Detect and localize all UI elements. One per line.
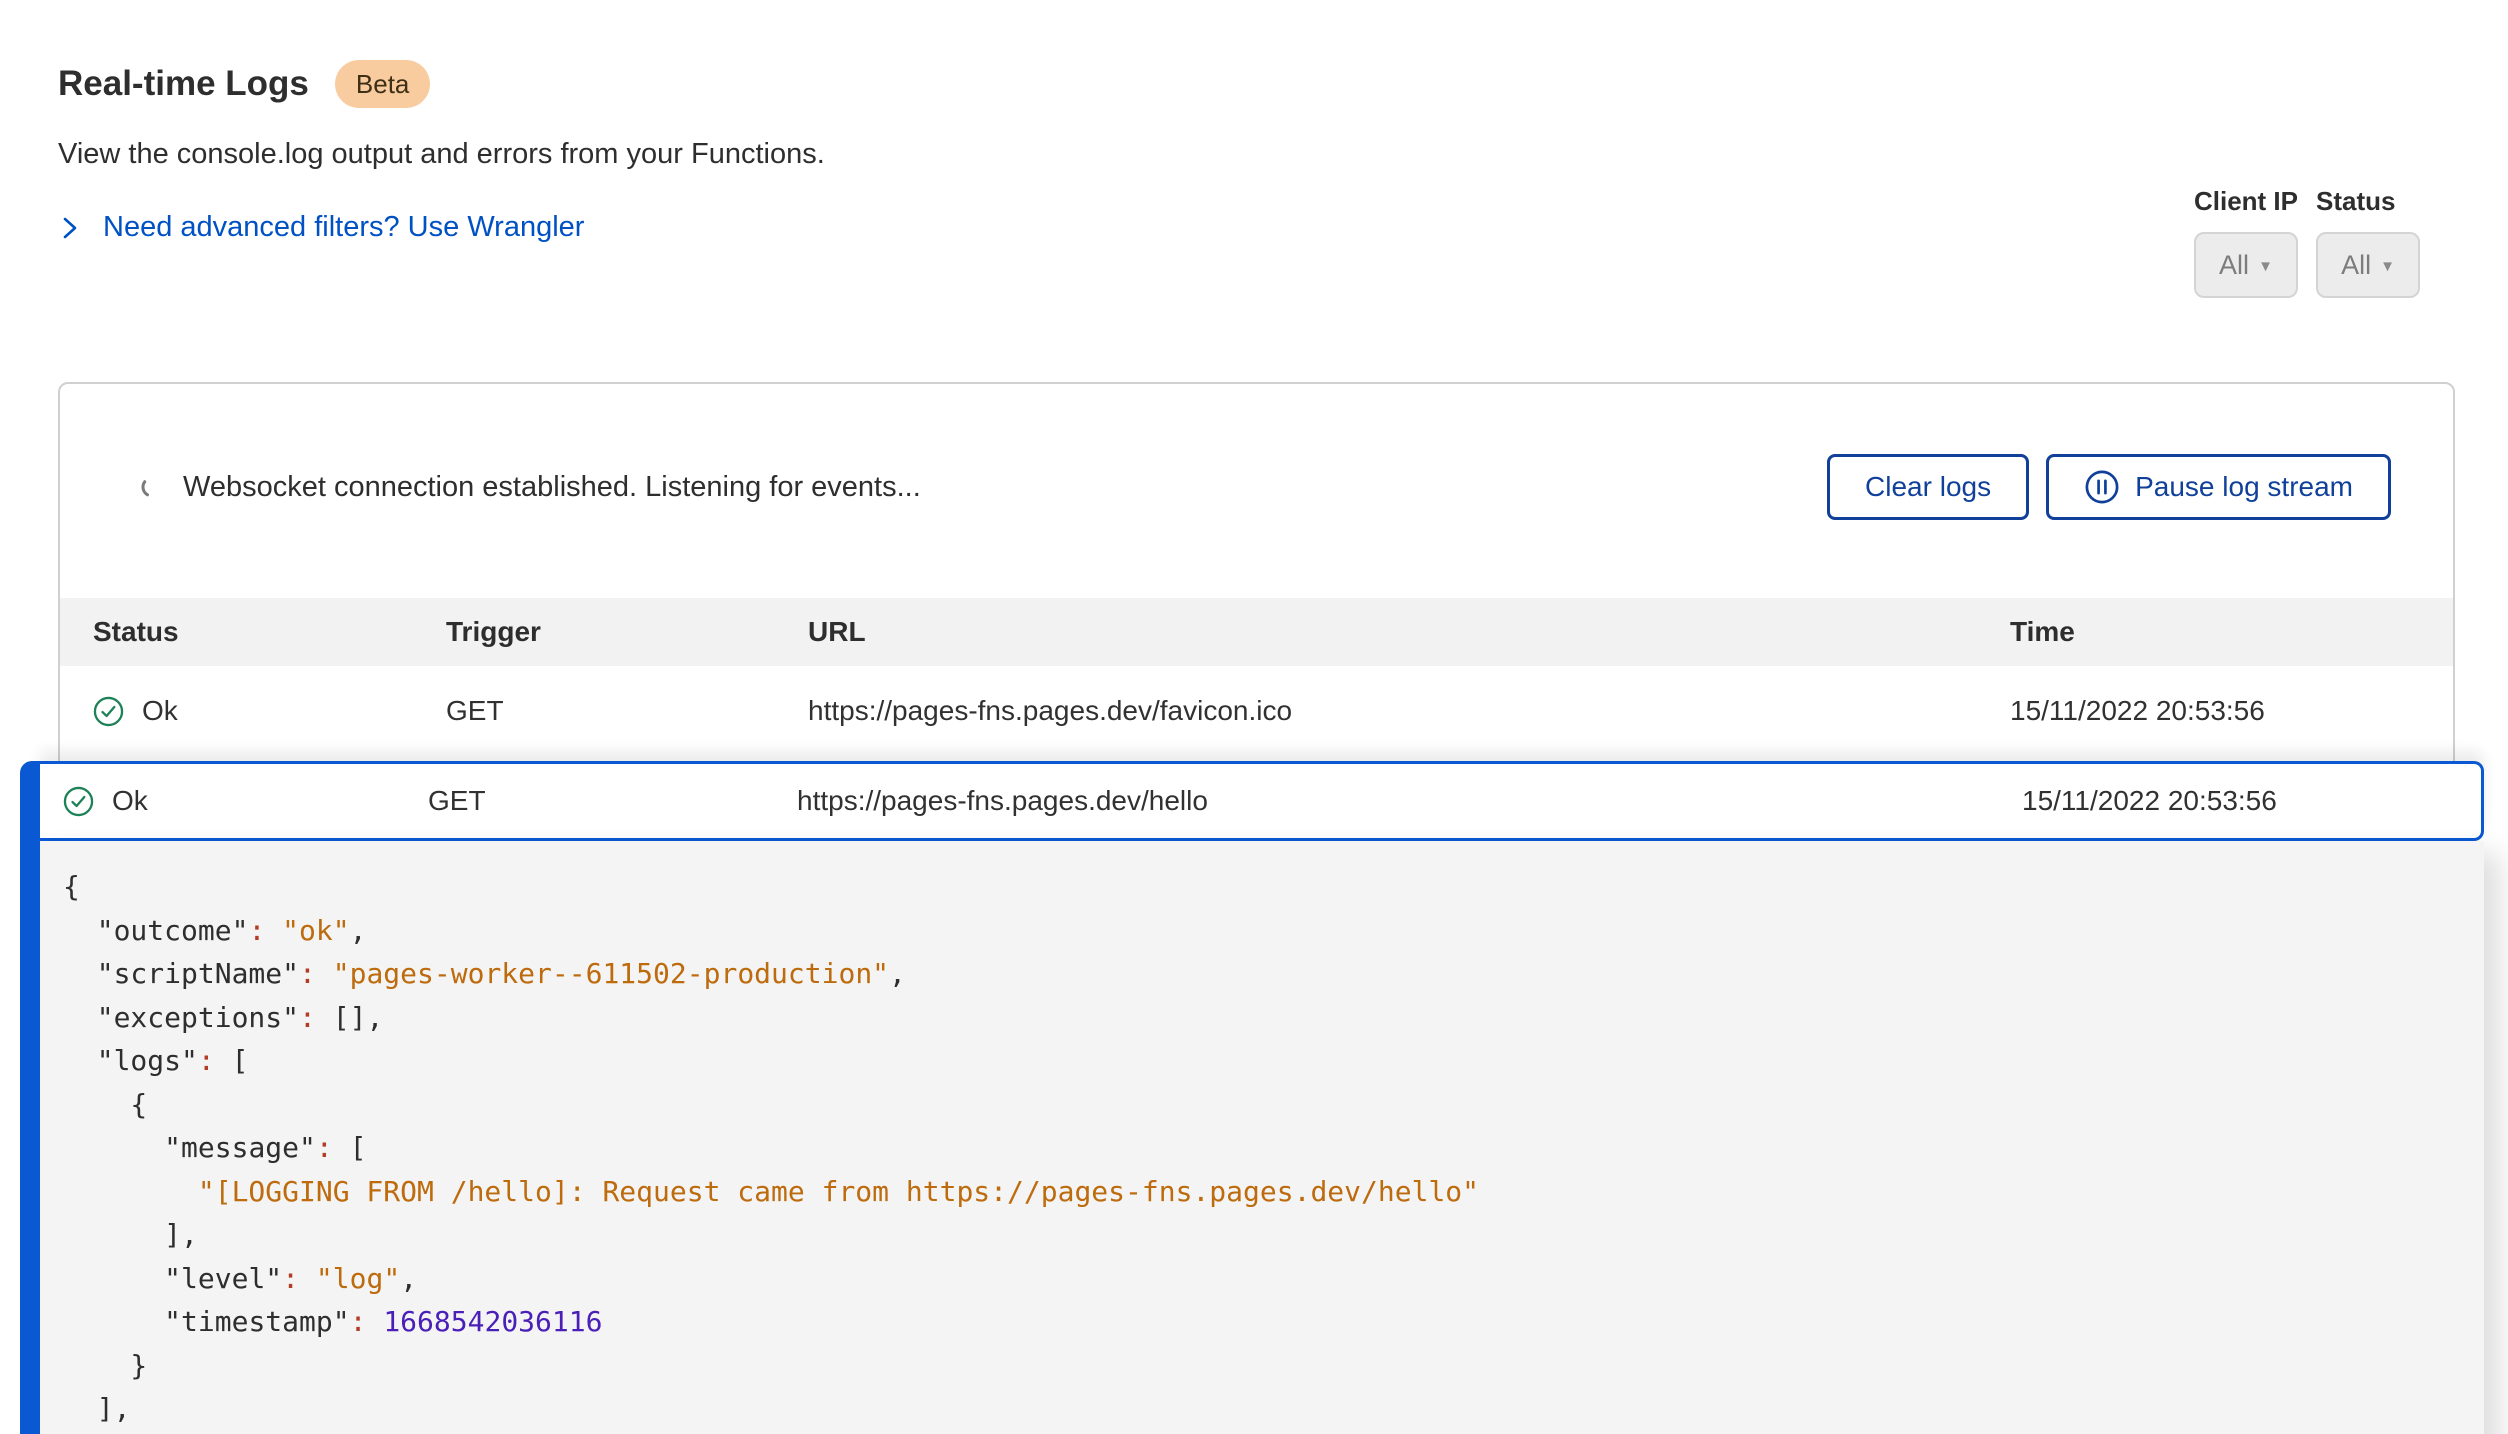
row-url: https://pages-fns.pages.dev/hello: [797, 785, 2022, 817]
status-dropdown[interactable]: All ▼: [2316, 232, 2420, 298]
log-toolbar: Websocket connection established. Listen…: [140, 454, 2391, 520]
websocket-status: Websocket connection established. Listen…: [140, 471, 921, 504]
column-trigger: Trigger: [446, 616, 808, 648]
page-title: Real-time Logs: [58, 64, 309, 104]
row-status-cell: Ok: [63, 785, 428, 817]
clear-logs-button[interactable]: Clear logs: [1827, 454, 2029, 520]
chevron-right-icon: [58, 214, 82, 242]
beta-badge: Beta: [335, 60, 431, 108]
check-circle-icon: [63, 786, 94, 817]
clear-logs-label: Clear logs: [1865, 471, 1991, 503]
row-status: Ok: [142, 695, 178, 727]
client-ip-dropdown[interactable]: All ▼: [2194, 232, 2298, 298]
pause-log-stream-label: Pause log stream: [2135, 471, 2353, 503]
table-row[interactable]: Ok GET https://pages-fns.pages.dev/favic…: [60, 666, 2453, 756]
column-url: URL: [808, 616, 2010, 648]
wrangler-link[interactable]: Need advanced filters? Use Wrangler: [58, 211, 584, 244]
status-filter-label: Status: [2316, 186, 2420, 217]
client-ip-filter: Client IP All ▼: [2194, 186, 2298, 298]
selection-accent-bar: [20, 761, 40, 1434]
wrangler-link-label: Need advanced filters? Use Wrangler: [103, 211, 584, 244]
log-detail-json: { "outcome": "ok", "scriptName": "pages-…: [63, 865, 2484, 1431]
row-trigger: GET: [428, 785, 797, 817]
caret-down-icon: ▼: [2258, 258, 2273, 275]
column-status: Status: [93, 616, 446, 648]
page-header: Real-time Logs Beta View the console.log…: [58, 60, 825, 244]
pause-log-stream-button[interactable]: Pause log stream: [2046, 454, 2391, 520]
log-detail-panel: { "outcome": "ok", "scriptName": "pages-…: [40, 841, 2484, 1434]
row-status: Ok: [112, 785, 148, 817]
expanded-log-entry: Ok GET https://pages-fns.pages.dev/hello…: [20, 761, 2484, 1434]
row-url: https://pages-fns.pages.dev/favicon.ico: [808, 695, 2010, 727]
table-header: Status Trigger URL Time: [60, 598, 2453, 666]
realtime-logs-page: Real-time Logs Beta View the console.log…: [0, 0, 2508, 1434]
spinner-icon: [140, 475, 164, 499]
status-filter-value: All: [2341, 250, 2371, 281]
filters: Client IP All ▼ Status All ▼: [2194, 186, 2420, 298]
title-row: Real-time Logs Beta: [58, 60, 825, 108]
table-row-selected[interactable]: Ok GET https://pages-fns.pages.dev/hello…: [40, 761, 2484, 841]
status-filter: Status All ▼: [2316, 186, 2420, 298]
toolbar-buttons: Clear logs Pause log stream: [1827, 454, 2391, 520]
page-description: View the console.log output and errors f…: [58, 138, 825, 171]
client-ip-value: All: [2219, 250, 2249, 281]
pause-icon: [2084, 469, 2120, 505]
client-ip-label: Client IP: [2194, 186, 2298, 217]
row-time: 15/11/2022 20:53:56: [2010, 695, 2453, 727]
caret-down-icon: ▼: [2380, 258, 2395, 275]
websocket-status-message: Websocket connection established. Listen…: [183, 471, 921, 504]
check-circle-icon: [93, 696, 124, 727]
row-time: 15/11/2022 20:53:56: [2022, 785, 2481, 817]
row-status-cell: Ok: [93, 695, 446, 727]
row-trigger: GET: [446, 695, 808, 727]
column-time: Time: [2010, 616, 2453, 648]
